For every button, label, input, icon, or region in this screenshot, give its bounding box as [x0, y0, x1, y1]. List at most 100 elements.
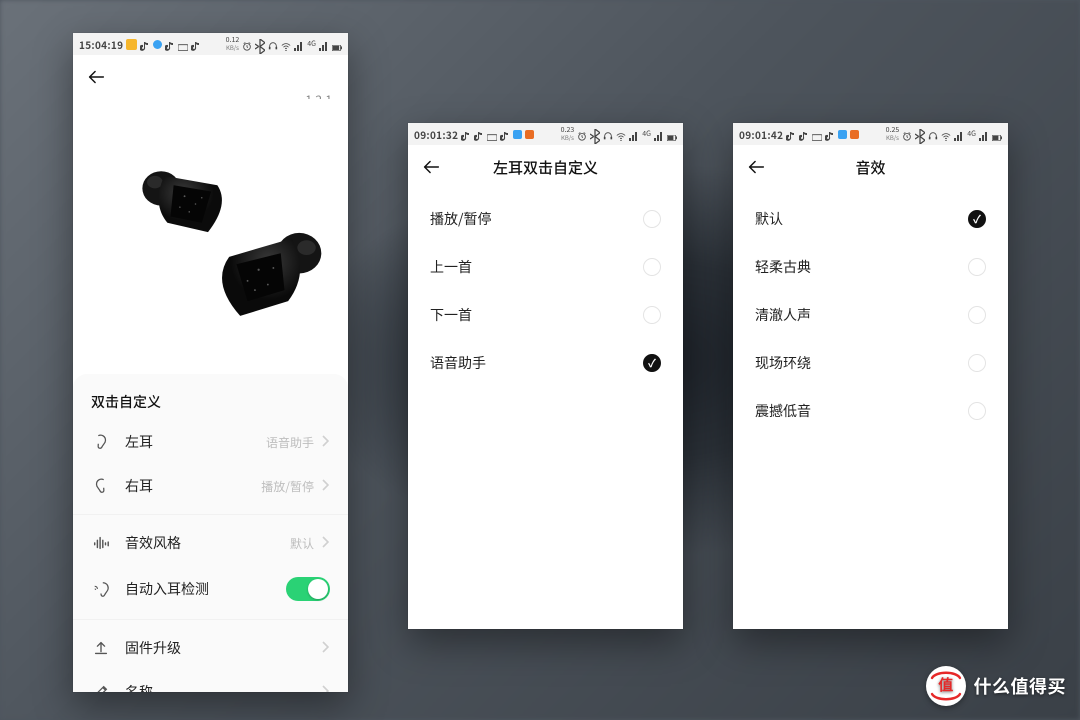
- option-left-doubletap-1[interactable]: 上一首: [408, 243, 683, 291]
- row-name[interactable]: 名称: [73, 670, 348, 692]
- option-label: 轻柔古典: [755, 257, 811, 277]
- row-value: 语音助手: [266, 434, 314, 451]
- option-sound-4[interactable]: 震撼低音: [733, 387, 1008, 435]
- radio-unselected-icon: [643, 306, 661, 324]
- radio-unselected-icon: [968, 354, 986, 372]
- watermark-text: 什么值得买: [974, 673, 1067, 699]
- network-label: 4G: [307, 39, 316, 49]
- card-icon: [812, 129, 822, 139]
- network-label: 4G: [967, 129, 976, 139]
- option-label: 上一首: [430, 257, 472, 277]
- row-sound-style[interactable]: 音效风格 默认: [73, 514, 348, 565]
- option-sound-2[interactable]: 清澈人声: [733, 291, 1008, 339]
- row-left-ear[interactable]: 左耳 语音助手: [73, 420, 348, 464]
- radio-selected-icon: [643, 354, 661, 372]
- tiktok-icon: [191, 39, 201, 49]
- status-netspeed: 0.25KB/s: [886, 127, 900, 141]
- ear-right-icon: [91, 476, 111, 496]
- card-icon: [487, 129, 497, 139]
- row-label: 右耳: [125, 476, 261, 496]
- options-list: 默认轻柔古典清澈人声现场环绕震撼低音: [733, 189, 1008, 441]
- option-label: 语音助手: [430, 353, 486, 373]
- back-button[interactable]: [85, 66, 107, 88]
- battery-icon: [992, 129, 1002, 139]
- tiktok-icon: [825, 129, 835, 139]
- bluetooth-icon: [915, 129, 925, 139]
- status-netspeed: 0.23KB/s: [561, 127, 575, 141]
- headphones-icon: [928, 129, 938, 139]
- row-label: 名称: [125, 682, 320, 692]
- status-time: 09:01:32: [414, 127, 458, 142]
- row-value: 播放/暂停: [261, 478, 314, 495]
- svg-text:值: 值: [938, 676, 954, 694]
- wifi-icon: [941, 129, 951, 139]
- row-label: 左耳: [125, 432, 266, 452]
- card-icon: [178, 39, 188, 49]
- tiktok-icon: [799, 129, 809, 139]
- edit-icon: [91, 682, 111, 692]
- phone-b: 09:01:32 0.23KB/s 4G 左耳双击自定义 播放/暂停上一首下一首…: [408, 123, 683, 629]
- network-label: 4G: [642, 129, 651, 139]
- headphones-icon: [603, 129, 613, 139]
- signal-icon: [294, 39, 304, 49]
- tiktok-icon: [500, 129, 510, 139]
- status-time: 09:01:42: [739, 127, 783, 142]
- watermark: 值 什么值得买: [926, 666, 1067, 706]
- tiktok-icon: [165, 39, 175, 49]
- signal-icon: [954, 129, 964, 139]
- option-left-doubletap-2[interactable]: 下一首: [408, 291, 683, 339]
- radio-unselected-icon: [968, 258, 986, 276]
- nav-bar: 音效: [733, 145, 1008, 189]
- radio-unselected-icon: [968, 306, 986, 324]
- chevron-right-icon: [320, 476, 330, 496]
- status-dot-icon: [153, 40, 162, 49]
- chevron-right-icon: [320, 533, 330, 553]
- earbud-right-image: [207, 223, 325, 335]
- radio-unselected-icon: [968, 402, 986, 420]
- option-label: 震撼低音: [755, 401, 811, 421]
- battery-icon: [667, 129, 677, 139]
- radio-unselected-icon: [643, 258, 661, 276]
- smzdm-badge-icon: 值: [926, 666, 966, 706]
- option-left-doubletap-0[interactable]: 播放/暂停: [408, 195, 683, 243]
- status-app-chip: [838, 130, 847, 139]
- option-left-doubletap-3[interactable]: 语音助手: [408, 339, 683, 387]
- radio-unselected-icon: [643, 210, 661, 228]
- row-label: 音效风格: [125, 533, 290, 553]
- battery-icon: [332, 39, 342, 49]
- ear-detect-icon: [91, 579, 111, 599]
- phone-c: 09:01:42 0.25KB/s 4G 音效 默认轻柔古典清澈人声现场环绕震撼…: [733, 123, 1008, 629]
- option-label: 默认: [755, 209, 783, 229]
- status-bar: 09:01:42 0.25KB/s 4G: [733, 123, 1008, 145]
- settings-sheet: 双击自定义 左耳 语音助手 右耳 播放/暂停 音效风格 默认 自动入耳检测 固: [73, 374, 348, 692]
- chevron-right-icon: [320, 682, 330, 692]
- status-app-chip: [126, 39, 137, 50]
- signal-icon: [654, 129, 664, 139]
- signal-icon: [979, 129, 989, 139]
- tiktok-icon: [474, 129, 484, 139]
- option-sound-3[interactable]: 现场环绕: [733, 339, 1008, 387]
- status-app-chip: [850, 130, 859, 139]
- upload-icon: [91, 638, 111, 658]
- status-app-chip: [513, 130, 522, 139]
- option-sound-0[interactable]: 默认: [733, 195, 1008, 243]
- bluetooth-icon: [590, 129, 600, 139]
- headphones-icon: [268, 39, 278, 49]
- status-time: 15:04:19: [79, 37, 123, 52]
- inear-detect-toggle[interactable]: [286, 577, 330, 601]
- option-label: 清澈人声: [755, 305, 811, 325]
- status-bar: 09:01:32 0.23KB/s 4G: [408, 123, 683, 145]
- section-title-doubletap: 双击自定义: [73, 376, 348, 420]
- page-title: 左耳双击自定义: [408, 157, 683, 178]
- tiktok-icon: [461, 129, 471, 139]
- wifi-icon: [281, 39, 291, 49]
- option-sound-1[interactable]: 轻柔古典: [733, 243, 1008, 291]
- row-label: 自动入耳检测: [125, 579, 286, 599]
- option-label: 播放/暂停: [430, 209, 492, 229]
- row-firmware-update[interactable]: 固件升级: [73, 619, 348, 670]
- alarm-icon: [902, 129, 912, 139]
- ear-left-icon: [91, 432, 111, 452]
- radio-selected-icon: [968, 210, 986, 228]
- row-right-ear[interactable]: 右耳 播放/暂停: [73, 464, 348, 508]
- row-inear-detect: 自动入耳检测: [73, 565, 348, 613]
